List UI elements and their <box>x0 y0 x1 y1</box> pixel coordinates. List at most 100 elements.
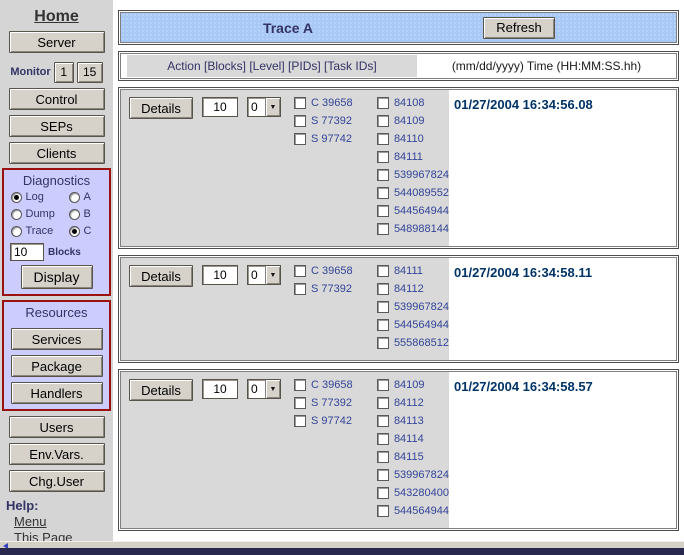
pid-label: S 97742 <box>311 415 352 427</box>
task-checkbox-543280400[interactable]: 543280400 <box>377 487 449 499</box>
pid-checkbox-s-97742[interactable]: S 97742 <box>294 415 364 427</box>
resource-button-package[interactable]: Package <box>11 355 103 377</box>
task-id-label: 544089552 <box>394 187 449 199</box>
diagnostics-panel: Diagnostics Log A Dump B Trace <box>2 168 111 296</box>
checkbox-icon <box>377 505 389 517</box>
checkbox-icon <box>294 379 306 391</box>
pid-checkbox-s-77392[interactable]: S 77392 <box>294 115 364 127</box>
radio-option-dump[interactable]: Dump <box>11 208 69 220</box>
checkbox-icon <box>377 169 389 181</box>
task-checkbox-544564944[interactable]: 544564944 <box>377 505 449 517</box>
sidebar-button-chg-user[interactable]: Chg.User <box>9 470 105 492</box>
task-checkbox-539967824[interactable]: 539967824 <box>377 301 449 313</box>
task-checkbox-544564944[interactable]: 544564944 <box>377 205 449 217</box>
task-checkbox-84115[interactable]: 84115 <box>377 451 449 463</box>
home-link[interactable]: Home <box>34 8 78 26</box>
entry-action-cell: Details 0 ▼ C 39658 S 77392 <box>121 372 449 528</box>
refresh-button[interactable]: Refresh <box>483 17 555 39</box>
display-button[interactable]: Display <box>21 265 93 289</box>
pid-checkbox-s-77392[interactable]: S 77392 <box>294 397 364 409</box>
horizontal-scrollbar[interactable] <box>0 541 684 548</box>
task-checkbox-84112[interactable]: 84112 <box>377 283 449 295</box>
task-id-label: 84114 <box>394 433 424 445</box>
sidebar-button-control[interactable]: Control <box>9 88 105 110</box>
task-checkbox-84110[interactable]: 84110 <box>377 133 449 145</box>
monitor-15-button[interactable]: 15 <box>77 62 103 83</box>
checkbox-icon <box>377 223 389 235</box>
task-checkbox-539967824[interactable]: 539967824 <box>377 469 449 481</box>
resources-panel: Resources ServicesPackageHandlers <box>2 300 111 411</box>
blocks-count-input[interactable] <box>202 379 238 399</box>
checkbox-icon <box>294 415 306 427</box>
blocks-count-input[interactable] <box>202 97 238 117</box>
level-select-value: 0 <box>248 98 265 116</box>
task-checkbox-84111[interactable]: 84111 <box>377 151 449 163</box>
trace-panel: Trace A Refresh Action [Blocks] [Level] … <box>118 0 679 531</box>
pid-label: C 39658 <box>311 265 353 277</box>
sidebar-button-users[interactable]: Users <box>9 416 105 438</box>
pid-checkbox-s-97742[interactable]: S 97742 <box>294 133 364 145</box>
checkbox-icon <box>377 415 389 427</box>
pid-checkbox-c-39658[interactable]: C 39658 <box>294 379 364 391</box>
resource-button-handlers[interactable]: Handlers <box>11 382 103 404</box>
help-link-menu[interactable]: Menu <box>14 514 113 529</box>
resource-button-services[interactable]: Services <box>11 328 103 350</box>
task-checkbox-539967824[interactable]: 539967824 <box>377 169 449 181</box>
details-button[interactable]: Details <box>129 379 193 401</box>
task-checkbox-84114[interactable]: 84114 <box>377 433 449 445</box>
details-button[interactable]: Details <box>129 265 193 287</box>
task-id-label: 84110 <box>394 133 424 145</box>
radio-option-b[interactable]: B <box>69 208 103 220</box>
level-select-value: 0 <box>248 266 265 284</box>
task-checkbox-548988144[interactable]: 548988144 <box>377 223 449 235</box>
sidebar-button-clients[interactable]: Clients <box>9 142 105 164</box>
pid-label: S 77392 <box>311 397 352 409</box>
sidebar-button-env-vars[interactable]: Env.Vars. <box>9 443 105 465</box>
task-checkbox-84112[interactable]: 84112 <box>377 397 449 409</box>
level-select-value: 0 <box>248 380 265 398</box>
checkbox-icon <box>294 397 306 409</box>
pid-checkbox-c-39658[interactable]: C 39658 <box>294 265 364 277</box>
radio-icon <box>11 226 22 237</box>
task-id-label: 84109 <box>394 379 425 391</box>
radio-option-c[interactable]: C <box>69 225 103 237</box>
task-checkbox-84108[interactable]: 84108 <box>377 97 449 109</box>
task-checkbox-84109[interactable]: 84109 <box>377 115 449 127</box>
task-id-label: 84111 <box>394 265 423 277</box>
level-select[interactable]: 0 ▼ <box>247 265 281 285</box>
task-checkbox-544564944[interactable]: 544564944 <box>377 319 449 331</box>
task-checkbox-84113[interactable]: 84113 <box>377 415 449 427</box>
blocks-count-input[interactable] <box>202 265 238 285</box>
server-button[interactable]: Server <box>9 31 105 53</box>
checkbox-icon <box>377 337 389 349</box>
pid-checkbox-list: C 39658 S 77392 S 97742 <box>294 97 364 151</box>
radio-option-trace[interactable]: Trace <box>11 225 69 237</box>
task-checkbox-84109[interactable]: 84109 <box>377 379 449 391</box>
blocks-input[interactable] <box>10 243 44 261</box>
task-checkbox-84111[interactable]: 84111 <box>377 265 449 277</box>
monitor-row: Monitor 1 15 <box>0 61 113 83</box>
trace-header: Trace A Refresh <box>118 10 679 45</box>
level-select[interactable]: 0 ▼ <box>247 97 281 117</box>
task-id-label: 539967824 <box>394 301 449 313</box>
task-id-label: 84112 <box>394 397 424 409</box>
pid-checkbox-s-77392[interactable]: S 77392 <box>294 283 364 295</box>
task-id-label: 84112 <box>394 283 424 295</box>
radio-option-a[interactable]: A <box>69 191 103 203</box>
task-checkbox-555868512[interactable]: 555868512 <box>377 337 449 349</box>
pid-checkbox-list: C 39658 S 77392 <box>294 265 364 301</box>
task-checkbox-544089552[interactable]: 544089552 <box>377 187 449 199</box>
checkbox-icon <box>294 283 306 295</box>
pid-checkbox-c-39658[interactable]: C 39658 <box>294 97 364 109</box>
radio-label: Dump <box>26 208 55 220</box>
pid-label: S 77392 <box>311 115 352 127</box>
checkbox-icon <box>377 151 389 163</box>
entry-timestamp: 01/27/2004 16:34:58.11 <box>449 258 676 360</box>
details-button[interactable]: Details <box>129 97 193 119</box>
chevron-down-icon: ▼ <box>265 266 280 284</box>
sidebar-button-seps[interactable]: SEPs <box>9 115 105 137</box>
entry-timestamp: 01/27/2004 16:34:58.57 <box>449 372 676 528</box>
radio-option-log[interactable]: Log <box>11 191 69 203</box>
level-select[interactable]: 0 ▼ <box>247 379 281 399</box>
monitor-1-button[interactable]: 1 <box>54 62 74 83</box>
